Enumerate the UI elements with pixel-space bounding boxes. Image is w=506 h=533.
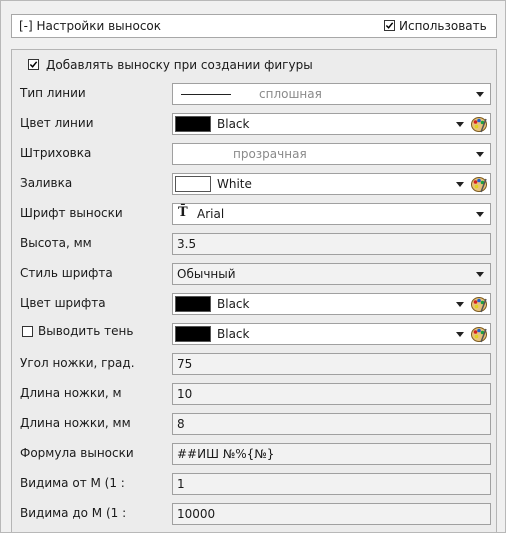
leg-length-m-value: 10 (177, 387, 193, 401)
visible-to-input[interactable]: 10000 (172, 503, 491, 525)
chevron-down-icon[interactable] (476, 212, 484, 217)
chevron-down-icon[interactable] (456, 182, 464, 187)
visible-to-label: Видима до М (1 : (20, 506, 127, 520)
height-input[interactable]: 3.5 (172, 233, 491, 255)
font-color-value: Black (217, 297, 250, 311)
section-header: [-] Настройки выносок Использовать (11, 14, 497, 38)
callout-settings-panel: [-] Настройки выносок Использовать Добав… (0, 0, 506, 533)
chevron-down-icon[interactable] (456, 302, 464, 307)
formula-label: Формула выноски (20, 446, 134, 460)
chevron-down-icon[interactable] (456, 122, 464, 127)
shadow-checkbox[interactable] (22, 326, 33, 337)
font-select[interactable]: T̄ Arial (172, 203, 491, 225)
font-color-label: Цвет шрифта (20, 296, 106, 310)
settings-body: Добавлять выноску при создании фигуры Ти… (11, 49, 497, 532)
leg-length-mm-input[interactable]: 8 (172, 413, 491, 435)
font-style-label: Стиль шрифта (20, 266, 113, 280)
leg-length-m-label: Длина ножки, м (20, 386, 122, 400)
leg-length-mm-label: Длина ножки, мм (20, 416, 131, 430)
palette-icon[interactable] (470, 115, 488, 133)
leg-length-mm-value: 8 (177, 417, 185, 431)
shadow-color-select[interactable]: Black (172, 323, 491, 345)
use-label: Использовать (399, 19, 487, 33)
leg-angle-value: 75 (177, 357, 193, 371)
font-style-select[interactable]: Обычный (172, 263, 491, 285)
check-icon (29, 61, 38, 68)
add-on-create-checkbox[interactable] (28, 59, 39, 70)
visible-to-value: 10000 (177, 507, 216, 521)
formula-value: ##ИШ №%{№} (177, 447, 275, 461)
line-color-label: Цвет линии (20, 116, 94, 130)
fill-label: Заливка (20, 176, 73, 190)
leg-angle-label: Угол ножки, град. (20, 356, 135, 370)
leg-angle-input[interactable]: 75 (172, 353, 491, 375)
color-swatch (175, 176, 211, 192)
visible-from-input[interactable]: 1 (172, 473, 491, 495)
chevron-down-icon[interactable] (476, 92, 484, 97)
use-checkbox[interactable] (384, 20, 395, 31)
font-label: Шрифт выноски (20, 206, 123, 220)
chevron-down-icon[interactable] (476, 272, 484, 277)
palette-icon[interactable] (470, 295, 488, 313)
visible-from-value: 1 (177, 477, 185, 491)
add-on-create-label: Добавлять выноску при создании фигуры (46, 58, 313, 72)
shadow-toggle[interactable]: Выводить тень (12, 320, 172, 344)
solid-line-sample (181, 94, 231, 95)
height-label: Высота, мм (20, 236, 92, 250)
hatch-select[interactable]: прозрачная (172, 143, 491, 165)
line-type-value: сплошная (259, 87, 322, 101)
palette-icon[interactable] (470, 325, 488, 343)
fill-select[interactable]: White (172, 173, 491, 195)
shadow-color-value: Black (217, 327, 250, 341)
height-value: 3.5 (177, 237, 197, 251)
fill-value: White (217, 177, 252, 191)
leg-length-m-input[interactable]: 10 (172, 383, 491, 405)
line-color-value: Black (217, 117, 250, 131)
visible-from-label: Видима от М (1 : (20, 476, 125, 490)
color-swatch (175, 296, 211, 312)
color-swatch (175, 326, 211, 342)
section-title[interactable]: [-] Настройки выносок (19, 19, 161, 33)
font-style-value: Обычный (177, 267, 236, 281)
shadow-label: Выводить тень (38, 324, 134, 338)
font-color-select[interactable]: Black (172, 293, 491, 315)
chevron-down-icon[interactable] (476, 152, 484, 157)
line-type-select[interactable]: сплошная (172, 83, 491, 105)
formula-input[interactable]: ##ИШ №%{№} (172, 443, 491, 465)
palette-icon[interactable] (470, 175, 488, 193)
check-icon (385, 22, 394, 29)
hatch-label: Штриховка (20, 146, 92, 160)
hatch-value: прозрачная (233, 147, 307, 161)
color-swatch (175, 116, 211, 132)
font-icon: T̄ (178, 205, 188, 220)
font-value: Arial (197, 207, 225, 221)
line-type-label: Тип линии (20, 86, 86, 100)
line-color-select[interactable]: Black (172, 113, 491, 135)
chevron-down-icon[interactable] (456, 332, 464, 337)
